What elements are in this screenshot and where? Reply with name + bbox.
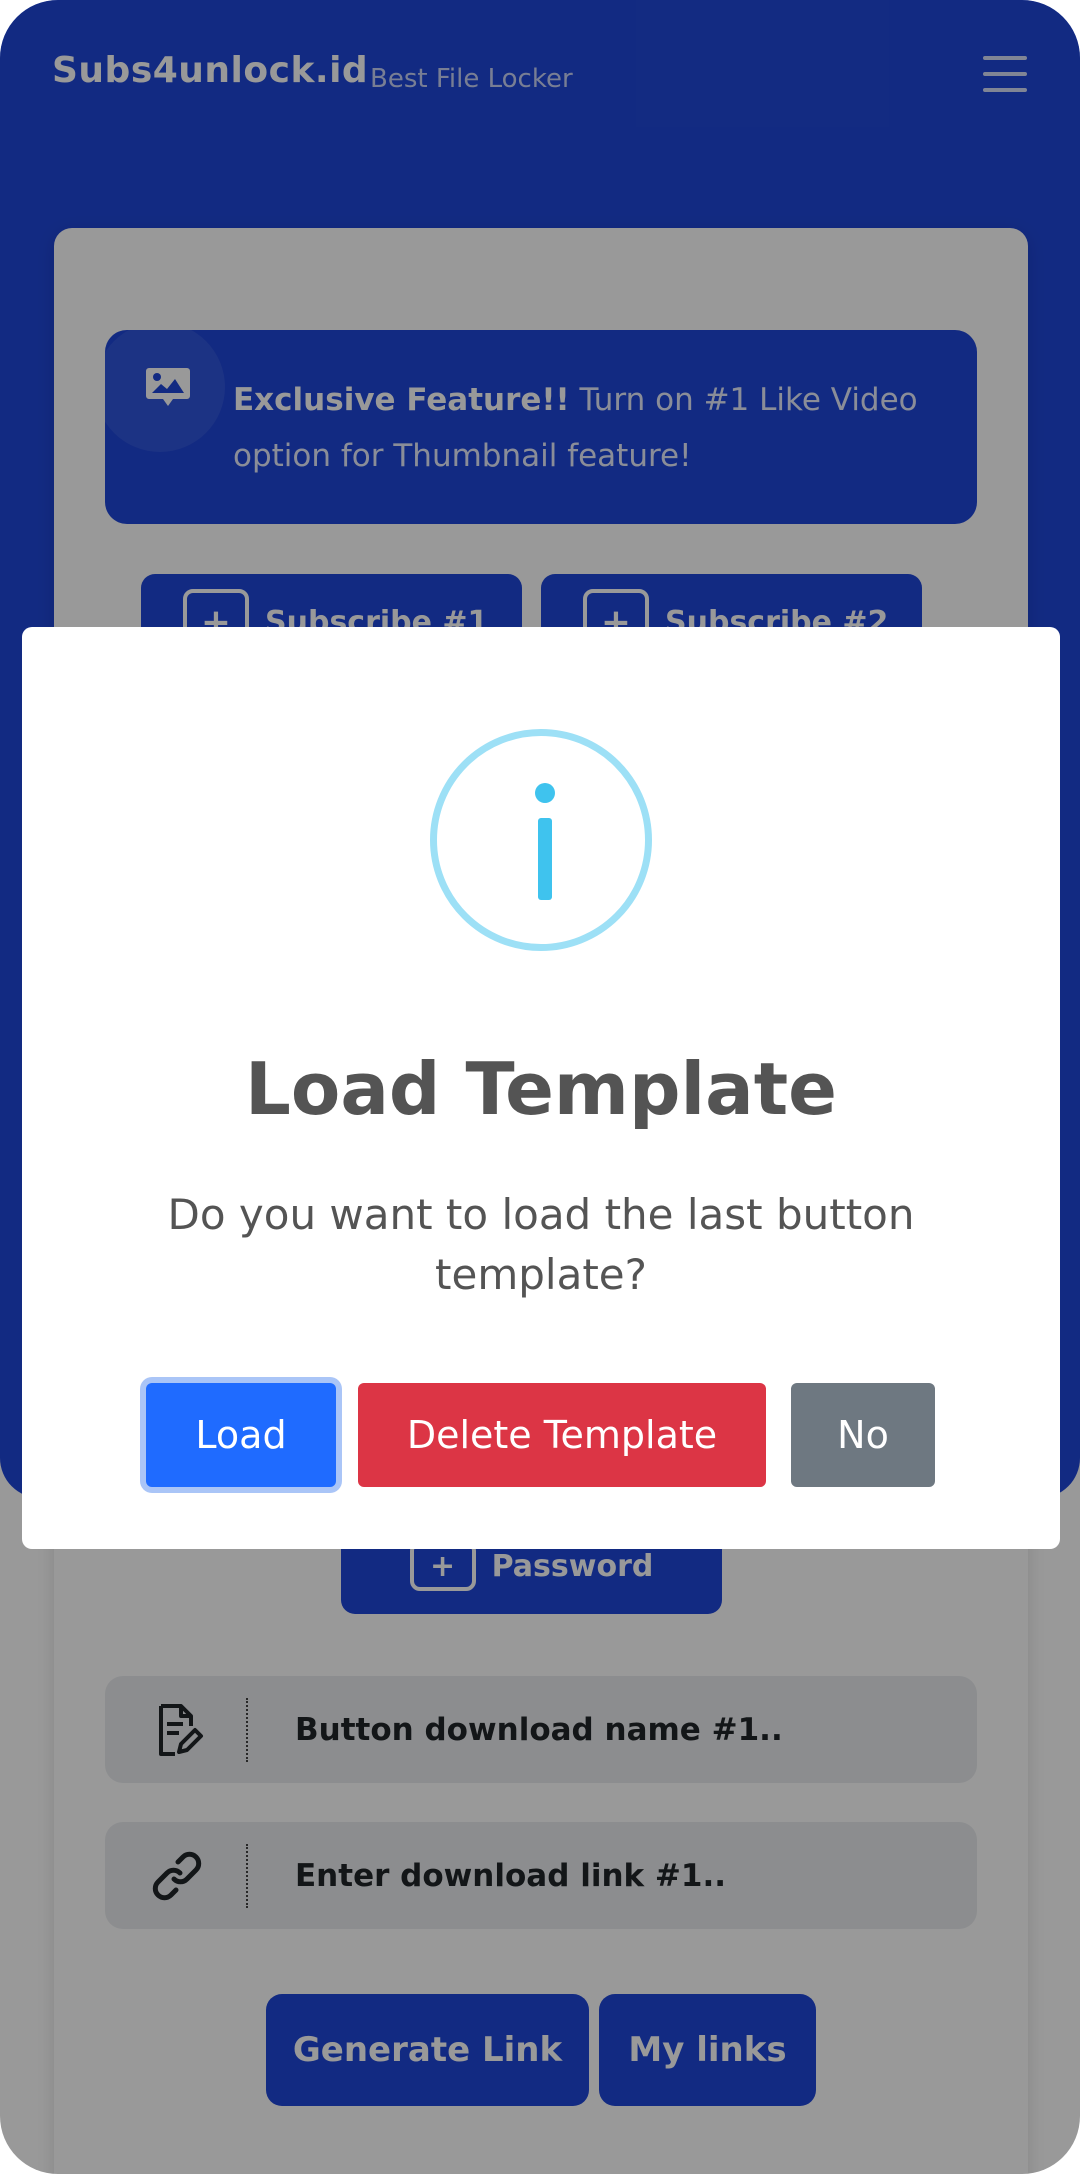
load-template-dialog: Load Template Do you want to load the la… [22, 627, 1060, 1549]
load-button[interactable]: Load [146, 1383, 336, 1487]
dialog-title: Load Template [245, 1047, 837, 1131]
info-icon [430, 729, 652, 951]
no-button[interactable]: No [791, 1383, 935, 1487]
delete-template-button[interactable]: Delete Template [358, 1383, 766, 1487]
app-screen: Subs4unlock.id Best File Locker Exclusiv… [0, 0, 1080, 2174]
dialog-message: Do you want to load the last button temp… [167, 1190, 915, 1299]
